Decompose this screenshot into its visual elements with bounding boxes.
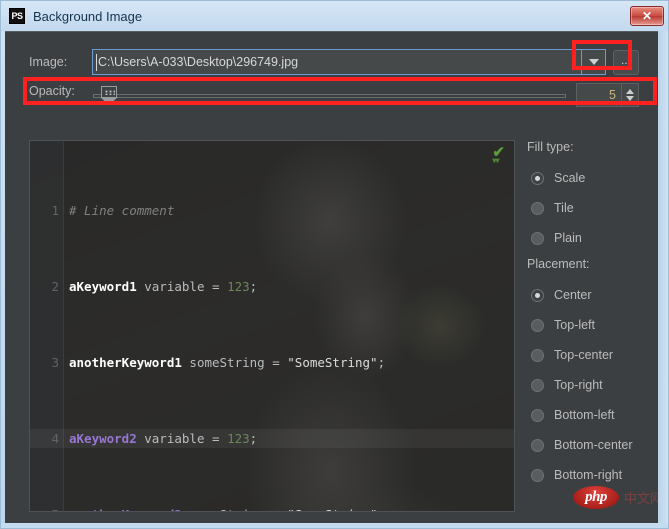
placement-label: Placement: bbox=[527, 257, 652, 271]
radio-icon[interactable] bbox=[531, 289, 544, 302]
radio-icon[interactable] bbox=[531, 202, 544, 215]
string-token: "SomeString" bbox=[287, 355, 377, 370]
radio-placement-bottom-left[interactable]: Bottom-left bbox=[527, 400, 652, 430]
opacity-label: Opacity: bbox=[29, 84, 92, 98]
line-source: anotherKeyword2 someString = "SomeString… bbox=[64, 505, 385, 512]
opacity-value-input[interactable]: 5 bbox=[576, 83, 622, 107]
radio-placement-bottom-center[interactable]: Bottom-center bbox=[527, 430, 652, 460]
image-path-row: Image: C:\Users\A-033\Desktop\296749.jpg… bbox=[29, 48, 639, 76]
radio-label: Bottom-center bbox=[554, 438, 633, 452]
php-watermark: php 中文网 bbox=[573, 486, 663, 509]
radio-fill-tile[interactable]: Tile bbox=[527, 193, 652, 223]
radio-icon[interactable] bbox=[531, 172, 544, 185]
line-source: # Line comment bbox=[64, 201, 174, 220]
keyword-token: aKeyword1 bbox=[69, 279, 137, 294]
slider-thumb-grip bbox=[101, 86, 117, 97]
radio-label: Scale bbox=[554, 171, 585, 185]
line-source: anotherKeyword1 someString = "SomeString… bbox=[64, 353, 385, 372]
code-line: 3 anotherKeyword1 someString = "SomeStri… bbox=[30, 353, 514, 372]
radio-placement-top-center[interactable]: Top-center bbox=[527, 340, 652, 370]
radio-label: Bottom-left bbox=[554, 408, 614, 422]
code-line: 1 # Line comment bbox=[30, 201, 514, 220]
semicolon-token: ; bbox=[250, 431, 258, 446]
line-source: aKeyword1 variable = 123; bbox=[64, 277, 257, 296]
spinner-up-icon[interactable] bbox=[626, 89, 634, 94]
opacity-slider-rail[interactable] bbox=[93, 94, 566, 98]
fill-type-label: Fill type: bbox=[527, 140, 652, 154]
ident-token: variable bbox=[137, 431, 212, 446]
code-line: 2 aKeyword1 variable = 123; bbox=[30, 277, 514, 296]
radio-placement-top-left[interactable]: Top-left bbox=[527, 310, 652, 340]
opacity-spinner[interactable] bbox=[622, 83, 639, 107]
radio-fill-plain[interactable]: Plain bbox=[527, 223, 652, 253]
keyword-token: anotherKeyword2 bbox=[69, 507, 182, 512]
radio-icon[interactable] bbox=[531, 439, 544, 452]
opacity-slider-thumb[interactable] bbox=[101, 86, 117, 104]
radio-label: Top-left bbox=[554, 318, 595, 332]
radio-label: Top-right bbox=[554, 378, 603, 392]
radio-icon[interactable] bbox=[531, 379, 544, 392]
number-token: 123 bbox=[227, 279, 250, 294]
operator-token: = bbox=[272, 355, 287, 370]
line-number: 4 bbox=[30, 429, 64, 448]
radio-icon[interactable] bbox=[531, 469, 544, 482]
radio-icon[interactable] bbox=[531, 232, 544, 245]
string-token: "SomeString" bbox=[287, 507, 377, 512]
options-panel: Fill type: Scale Tile Plain Placement: C… bbox=[527, 140, 652, 490]
chevron-down-glyph bbox=[589, 59, 599, 65]
background-image-dialog: PS Background Image ✕ Image: C:\Users\A-… bbox=[0, 0, 669, 529]
radio-icon[interactable] bbox=[531, 349, 544, 362]
line-source: aKeyword2 variable = 123; bbox=[64, 429, 257, 448]
chevron-down-icon[interactable] bbox=[582, 49, 606, 75]
radio-label: Top-center bbox=[554, 348, 613, 362]
radio-label: Tile bbox=[554, 201, 574, 215]
number-token: 123 bbox=[227, 431, 250, 446]
radio-label: Bottom-right bbox=[554, 468, 622, 482]
radio-placement-top-right[interactable]: Top-right bbox=[527, 370, 652, 400]
image-path-input[interactable]: C:\Users\A-033\Desktop\296749.jpg bbox=[92, 49, 582, 75]
keyword-token: anotherKeyword1 bbox=[69, 355, 182, 370]
slider-thumb-tip bbox=[100, 97, 118, 105]
operator-token: = bbox=[212, 279, 227, 294]
window-right-edge bbox=[658, 31, 668, 529]
radio-label: Center bbox=[554, 288, 592, 302]
editor-preview: ✔▾▾ 1 # Line comment 2 aKeyword1 variabl… bbox=[29, 140, 515, 512]
window-title: Background Image bbox=[33, 9, 630, 24]
window-bottom-edge bbox=[1, 523, 669, 528]
radio-label: Plain bbox=[554, 231, 582, 245]
spinner-down-icon[interactable] bbox=[626, 96, 634, 101]
ident-token: variable bbox=[137, 279, 212, 294]
code-line-selected: 4 aKeyword2 variable = 123; bbox=[30, 429, 514, 448]
line-number: 1 bbox=[30, 201, 64, 220]
operator-token: = bbox=[212, 431, 227, 446]
image-label: Image: bbox=[29, 55, 92, 69]
semicolon-token: ; bbox=[378, 355, 386, 370]
semicolon-token: ; bbox=[378, 507, 386, 512]
title-bar: PS Background Image ✕ bbox=[1, 1, 669, 31]
browse-button[interactable]: ... bbox=[613, 50, 639, 75]
line-number: 2 bbox=[30, 277, 64, 296]
operator-token: = bbox=[272, 507, 287, 512]
comment-token: # Line comment bbox=[69, 203, 174, 218]
radio-placement-center[interactable]: Center bbox=[527, 280, 652, 310]
line-number: 3 bbox=[30, 353, 64, 372]
ident-token: someString bbox=[182, 507, 272, 512]
ident-token: someString bbox=[182, 355, 272, 370]
code-area[interactable]: 1 # Line comment 2 aKeyword1 variable = … bbox=[30, 144, 514, 512]
opacity-row: Opacity: 5 bbox=[29, 82, 639, 108]
radio-icon[interactable] bbox=[531, 319, 544, 332]
radio-fill-scale[interactable]: Scale bbox=[527, 163, 652, 193]
line-number: 5 bbox=[30, 505, 64, 512]
code-line: 5 anotherKeyword2 someString = "SomeStri… bbox=[30, 505, 514, 512]
php-logo-icon: php bbox=[573, 486, 619, 509]
dialog-body: Image: C:\Users\A-033\Desktop\296749.jpg… bbox=[5, 31, 660, 526]
photoshop-ps-icon: PS bbox=[9, 8, 25, 24]
opacity-slider[interactable]: Opacity: bbox=[29, 84, 566, 106]
close-button[interactable]: ✕ bbox=[630, 6, 664, 26]
radio-icon[interactable] bbox=[531, 409, 544, 422]
semicolon-token: ; bbox=[250, 279, 258, 294]
keyword-token: aKeyword2 bbox=[69, 431, 137, 446]
